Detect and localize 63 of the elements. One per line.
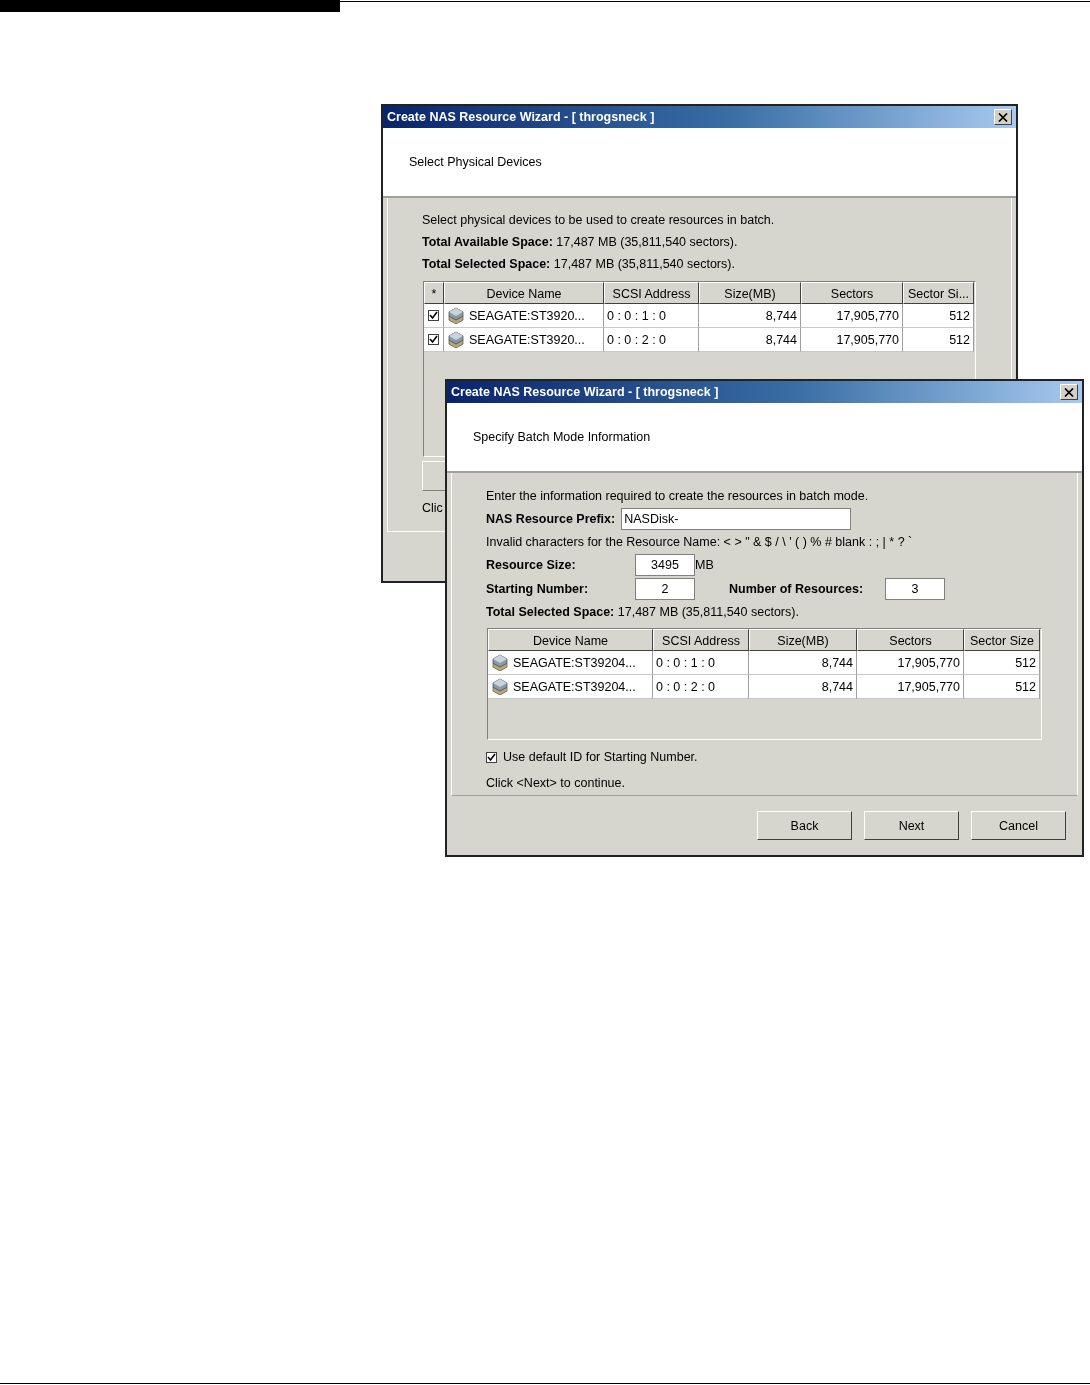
field-label: NAS Resource Prefix:: [486, 512, 616, 526]
hint-text: Click <Next> to continue.: [486, 775, 626, 792]
close-button[interactable]: [994, 109, 1012, 125]
table-cell: 512: [949, 332, 970, 347]
window-title: Create NAS Resource Wizard - [ throgsneck ]: [451, 385, 719, 399]
info-text: Total Available Space: 17,487 MB (35,811,540 sectors).: [422, 234, 739, 251]
close-button[interactable]: [1060, 384, 1078, 400]
step-heading: Select Physical Devices: [409, 155, 542, 169]
wizard-button[interactable]: Next: [864, 811, 959, 840]
column-header[interactable]: Sector Size: [964, 629, 1040, 651]
checkbox[interactable]: [428, 334, 439, 345]
field-label: Number of Resources:: [729, 582, 865, 596]
table-cell: 17,905,770: [836, 332, 899, 347]
wizard-button[interactable]: Cancel: [971, 811, 1066, 840]
table-cell: 17,905,770: [897, 679, 960, 694]
window-title: Create NAS Resource Wizard - [ throgsneck ]: [387, 110, 655, 124]
column-header[interactable]: *: [424, 282, 444, 304]
field-label: Resource Size:: [486, 558, 577, 572]
step-heading: Specify Batch Mode Information: [473, 430, 651, 444]
column-header[interactable]: SCSI Address: [604, 282, 699, 304]
info-text: Select physical devices to be used to create resources in batch.: [422, 212, 776, 229]
unit-label: MB: [695, 558, 714, 572]
table-cell: 0 : 0 : 1 : 0: [607, 308, 667, 323]
table-cell: 8,744: [821, 655, 853, 670]
size-field[interactable]: 3495: [635, 554, 695, 576]
column-header[interactable]: Size(MB): [699, 282, 801, 304]
note-text: Invalid characters for the Resource Name: < > " & $ / \ ' ( ) % # blank : ; | * ? `: [486, 534, 914, 551]
table-cell: 8,744: [765, 332, 797, 347]
table-cell: 8,744: [765, 308, 797, 323]
field-label: Starting Number:: [486, 582, 590, 596]
checkbox[interactable]: [428, 310, 439, 321]
table-cell: 17,905,770: [836, 308, 899, 323]
table-cell: SEAGATE:ST39204...: [513, 679, 636, 694]
table-cell: 512: [1015, 655, 1036, 670]
column-header[interactable]: Device Name: [444, 282, 604, 304]
column-header[interactable]: SCSI Address: [653, 629, 749, 651]
table-cell: 512: [949, 308, 970, 323]
column-header[interactable]: Size(MB): [749, 629, 857, 651]
column-header[interactable]: Sectors: [801, 282, 903, 304]
prefix-field[interactable]: NASDisk-: [621, 508, 852, 530]
column-header[interactable]: Device Name: [488, 629, 653, 651]
starting-number-field[interactable]: 2: [635, 578, 695, 600]
table-cell: 17,905,770: [897, 655, 960, 670]
table-cell: 0 : 0 : 2 : 0: [607, 332, 667, 347]
info-text: Total Selected Space: 17,487 MB (35,811,540 sectors).: [422, 256, 736, 273]
checkbox[interactable]: [486, 751, 497, 763]
table-cell: 8,744: [821, 679, 853, 694]
hint-text: Clic: [422, 500, 444, 517]
resources-count-field[interactable]: 3: [885, 578, 945, 600]
table-cell: 0 : 0 : 2 : 0: [656, 679, 716, 694]
table-cell: SEAGATE:ST3920...: [469, 332, 585, 347]
column-header[interactable]: Sector Si...: [903, 282, 974, 304]
close-icon: [1064, 387, 1074, 397]
table-cell: 512: [1015, 679, 1036, 694]
wizard-button[interactable]: Back: [757, 811, 852, 840]
close-icon: [998, 112, 1008, 122]
intro-text: Enter the information required to create the resources in batch mode.: [486, 488, 870, 505]
table-cell: 0 : 0 : 1 : 0: [656, 655, 716, 670]
info-text: Total Selected Space: 17,487 MB (35,811,540 sectors).: [486, 604, 800, 621]
column-header[interactable]: Sectors: [857, 629, 964, 651]
table-cell: SEAGATE:ST3920...: [469, 308, 585, 323]
checkbox-label: Use default ID for Starting Number.: [503, 750, 698, 764]
table-cell: SEAGATE:ST39204...: [513, 655, 636, 670]
